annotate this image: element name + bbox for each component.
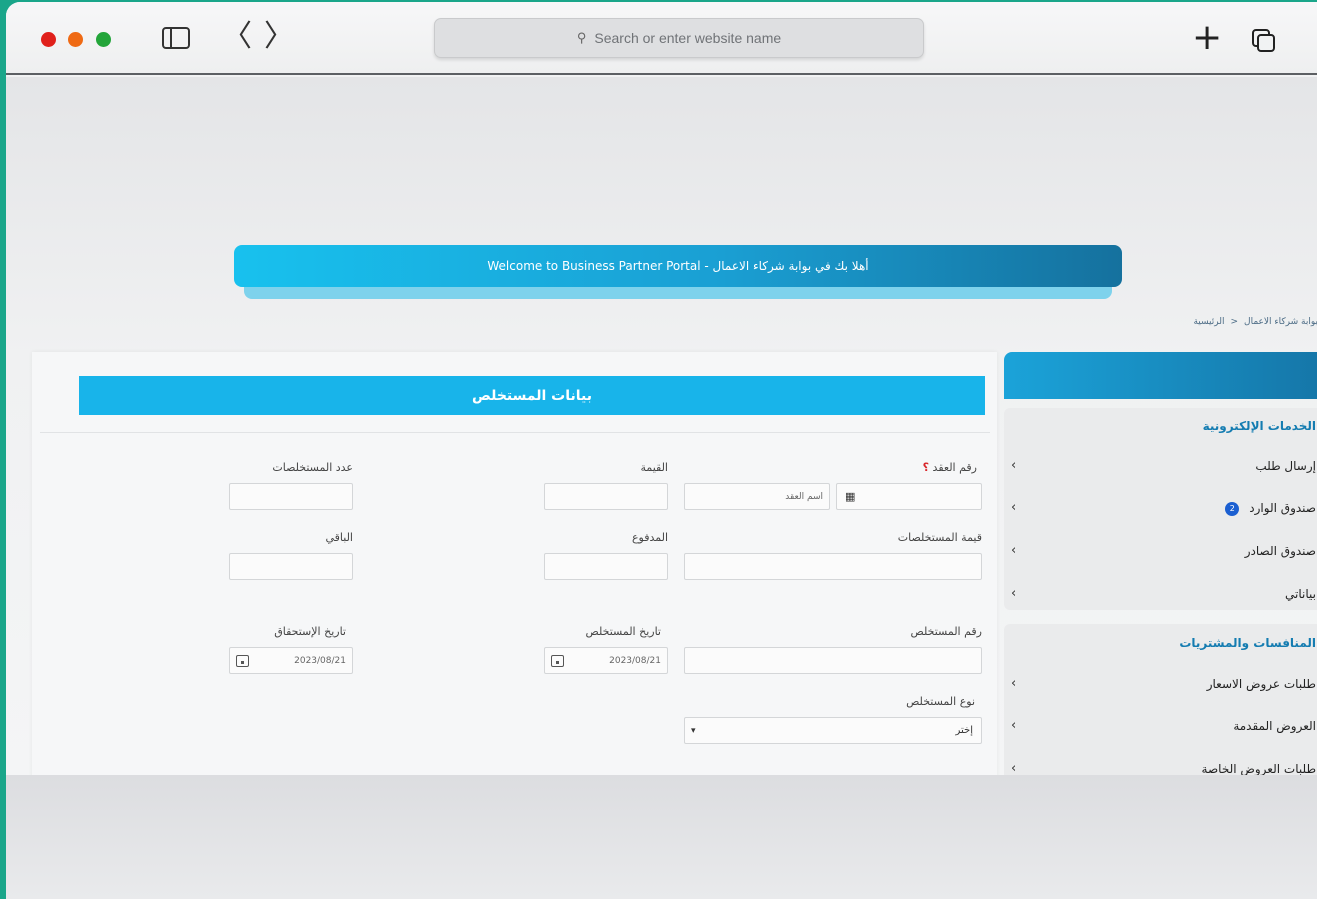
extract-date-value: 2023/08/21 [609, 655, 661, 666]
due-date-value: 2023/08/21 [294, 655, 346, 666]
chevron-left-icon: ‹ [1011, 718, 1017, 733]
paid-field[interactable] [544, 553, 668, 580]
extract-date-field[interactable]: 2023/08/21 [544, 647, 668, 674]
new-tab-button[interactable]: + [1192, 20, 1222, 56]
contract-name-field[interactable]: اسم العقد [684, 483, 830, 510]
count-field[interactable] [229, 483, 353, 510]
form-title: بيانات المستخلص [79, 376, 985, 415]
back-button[interactable]: 〈 [222, 22, 252, 52]
chevron-left-icon: ‹ [1011, 586, 1017, 601]
extracts-value-label: قيمة المستخلصات [897, 531, 982, 544]
sidebar-item-label: إرسال طلب [1255, 459, 1316, 473]
tab-overview-icon[interactable] [1252, 29, 1276, 53]
extracts-value-field[interactable] [684, 553, 982, 580]
extract-type-value: إختر [955, 725, 974, 736]
inbox-count-badge: 2 [1225, 501, 1240, 516]
tenders-group: المنافسات والمشتريات ‹ طلبات عروض الاسعا… [1004, 624, 1317, 784]
welcome-banner: Welcome to Business Partner Portal - أهل… [234, 245, 1122, 287]
side-menu-header [1004, 352, 1317, 399]
sidebar-item-label: بياناتي [1285, 587, 1316, 601]
sidebar-item-inbox[interactable]: ‹ صندوق الوارد2 [1004, 498, 1317, 518]
chevron-left-icon: ‹ [1011, 543, 1017, 558]
sidebar-item-label: طلبات عروض الاسعار [1206, 677, 1316, 691]
forward-button[interactable]: 〉 [264, 22, 294, 52]
maximize-window-button[interactable] [96, 32, 111, 47]
sidebar-item-outbox[interactable]: ‹ صندوق الصادر [1004, 541, 1317, 561]
contract-name-placeholder: اسم العقد [785, 491, 823, 502]
extract-date-label: تاريخ المستخلص [585, 625, 661, 638]
count-label: عدد المستخلصات [272, 461, 353, 474]
chevron-left-icon: ‹ [1011, 500, 1017, 515]
search-icon: ⚲ [576, 30, 587, 45]
remaining-label: الباقي [325, 531, 353, 544]
sidebar-item-my-data[interactable]: ‹ بياناتي [1004, 584, 1317, 604]
chevron-down-icon: ▾ [691, 725, 696, 736]
web-page: Welcome to Business Partner Portal - أهل… [6, 77, 1317, 784]
contract-number-label: رقم العقد ؟ [922, 461, 977, 474]
form-divider [40, 432, 990, 433]
minimize-window-button[interactable] [68, 32, 83, 47]
sidebar-item-label: صندوق الوارد2 [1225, 498, 1316, 518]
contract-number-field[interactable]: ▦ [836, 483, 982, 510]
electronic-services-group: الخدمات الإلكترونية ‹ إرسال طلب ‹ صندوق … [1004, 408, 1317, 610]
address-placeholder: Search or enter website name [594, 30, 782, 46]
calendar-icon[interactable] [551, 654, 564, 667]
browser-window: 〈 〉 ⚲ Search or enter website name + Wel… [6, 2, 1317, 899]
due-date-field[interactable]: 2023/08/21 [229, 647, 353, 674]
breadcrumb: بوابة شركاء الاعمال < الرئيسية [1193, 317, 1317, 327]
sidebar-item-label: صندوق الصادر [1244, 544, 1316, 558]
sidebar-toggle-icon[interactable] [162, 27, 190, 49]
extract-number-field[interactable] [684, 647, 982, 674]
required-mark: ؟ [922, 461, 930, 474]
side-menu: الخدمات الإلكترونية ‹ إرسال طلب ‹ صندوق … [1004, 352, 1317, 784]
extract-form-card: بيانات المستخلص رقم العقد ؟ ▦ اسم العقد … [32, 352, 997, 782]
group-title: المنافسات والمشتريات [1179, 636, 1316, 650]
chevron-left-icon: ‹ [1011, 458, 1017, 473]
grid-icon[interactable]: ▦ [845, 490, 855, 503]
breadcrumb-current[interactable]: بوابة شركاء الاعمال [1244, 317, 1317, 327]
breadcrumb-separator-icon: < [1230, 317, 1239, 327]
sidebar-item-send-request[interactable]: ‹ إرسال طلب [1004, 456, 1317, 476]
sidebar-item-label: العروض المقدمة [1233, 719, 1316, 733]
close-window-button[interactable] [41, 32, 56, 47]
remaining-field[interactable] [229, 553, 353, 580]
group-title: الخدمات الإلكترونية [1202, 419, 1316, 433]
due-date-label: تاريخ الإستحقاق [274, 625, 346, 638]
value-field[interactable] [544, 483, 668, 510]
sidebar-item-submitted-offers[interactable]: ‹ العروض المقدمة [1004, 716, 1317, 736]
extract-type-select[interactable]: ▾ إختر [684, 717, 982, 744]
chevron-left-icon: ‹ [1011, 676, 1017, 691]
extract-number-label: رقم المستخلص [910, 625, 982, 638]
extract-type-label: نوع المستخلص [906, 695, 975, 708]
calendar-icon[interactable] [236, 654, 249, 667]
browser-toolbar: 〈 〉 ⚲ Search or enter website name + [6, 2, 1317, 75]
paid-label: المدفوع [631, 531, 668, 544]
address-bar[interactable]: ⚲ Search or enter website name [434, 18, 924, 58]
breadcrumb-home[interactable]: الرئيسية [1193, 317, 1224, 327]
page-bottom-area [6, 775, 1317, 899]
sidebar-item-price-requests[interactable]: ‹ طلبات عروض الاسعار [1004, 674, 1317, 694]
value-label: القيمة [640, 461, 668, 474]
